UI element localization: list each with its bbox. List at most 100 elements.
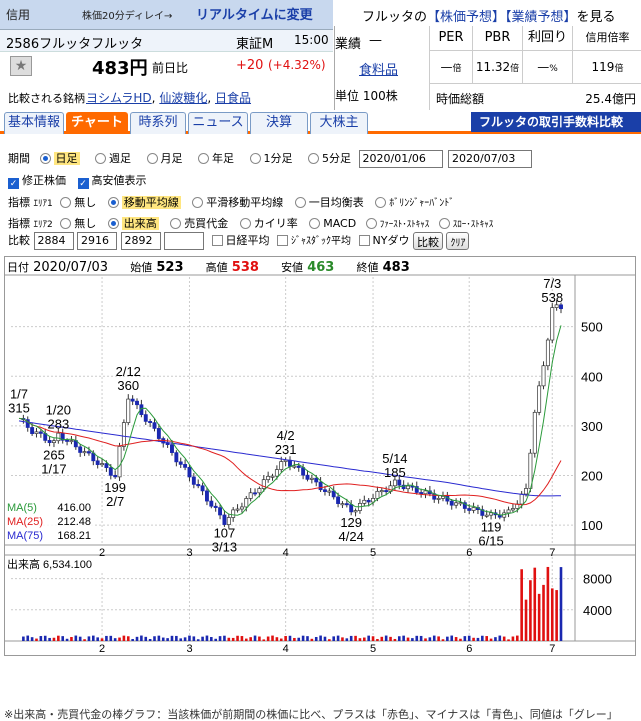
candle-body: [113, 474, 118, 478]
margin-number: 119: [591, 60, 615, 74]
realtime-link[interactable]: リアルタイムに変更: [196, 4, 313, 23]
fee-comparison-banner[interactable]: フルッタの取引手数料比較: [471, 112, 641, 132]
candle-body: [309, 477, 314, 480]
ind2-macd[interactable]: MACD: [309, 217, 356, 230]
compare-code-3[interactable]: 2892: [120, 232, 161, 250]
period-yearly-label: 年足: [212, 152, 234, 165]
ind2-none[interactable]: 無し: [60, 217, 96, 230]
ind1-ichimoku[interactable]: 一目均衡表: [294, 196, 364, 209]
options-row: ✓ 修正株価 ✓ 高安値表示: [8, 172, 147, 189]
trough-date-label: 4/24: [339, 529, 364, 544]
nydow-check[interactable]: NYダウ: [358, 234, 409, 247]
candle-body: [52, 440, 56, 443]
tab-shareholders[interactable]: 大株主: [310, 112, 368, 134]
candle-body: [406, 485, 410, 490]
ind1-moving-average[interactable]: 移動平均線: [107, 196, 181, 209]
performance-value: —: [369, 33, 382, 48]
volume-bar: [170, 635, 174, 641]
ind2-volume[interactable]: 出来高: [107, 217, 159, 230]
volume-bar: [113, 638, 117, 641]
date-to-input[interactable]: 2020/07/03: [448, 150, 532, 168]
volume-bar: [428, 637, 432, 641]
volume-bar: [537, 593, 541, 641]
tab-timeseries[interactable]: 時系列: [130, 112, 186, 134]
jasdaq-check[interactable]: ｼﾞｬｽﾀﾞｯｸ平均: [277, 234, 351, 247]
date-from-input[interactable]: 2020/01/06: [358, 150, 443, 168]
radio-icon: [60, 197, 72, 208]
tab-earnings[interactable]: 決算: [250, 112, 308, 134]
ind2-deviation[interactable]: カイリ率: [239, 217, 298, 230]
compare-button[interactable]: 比較: [412, 232, 443, 250]
period-5min[interactable]: 5分足: [308, 152, 351, 165]
compare-link-yoshimura[interactable]: ヨシムラHD: [86, 91, 152, 105]
radio-icon: [95, 153, 106, 164]
tab-chart[interactable]: チャート: [66, 112, 128, 134]
delay-note: 株価20分ディレイ→: [82, 11, 173, 22]
volume-bar: [100, 638, 104, 641]
stock-forecast-link[interactable]: 【株価予想】: [427, 10, 505, 25]
volume-bar: [494, 637, 497, 641]
favorite-star-icon[interactable]: ★: [10, 56, 32, 76]
market-name: 東証M: [236, 37, 274, 52]
indicator-area1-row: 指標 ｴﾘｱ1 無し 移動平均線 平滑移動平均線 一目均衡表 ﾎﾞﾘﾝｼﾞｬｰﾊ…: [8, 194, 454, 210]
tab-basic-info[interactable]: 基本情報: [4, 112, 64, 134]
ind1-none[interactable]: 無し: [60, 196, 96, 209]
volume-bar: [231, 637, 235, 641]
candle-body: [541, 365, 546, 387]
checkbox-icon: [277, 235, 288, 246]
compare-code-4[interactable]: [164, 232, 204, 250]
nikkei-check[interactable]: 日経平均: [211, 234, 270, 247]
ind1-smoothed-ma[interactable]: 平滑移動平均線: [192, 196, 283, 209]
per-value: —倍: [430, 51, 473, 84]
tab-news[interactable]: ニュース: [188, 112, 248, 134]
margin-tag: 信用: [6, 8, 31, 22]
radio-icon: [192, 197, 204, 208]
volume-bar: [411, 638, 414, 641]
ind1-bollinger[interactable]: ﾎﾞﾘﾝｼﾞｬｰﾊﾞﾝﾄﾞ: [375, 196, 454, 209]
volume-bar: [441, 639, 445, 641]
period-weekly[interactable]: 週足: [95, 152, 131, 165]
clear-button[interactable]: ｸﾘｱ: [446, 232, 470, 250]
forecast-suffix: を見る: [576, 10, 616, 25]
period-daily[interactable]: 日足: [39, 152, 80, 165]
volume-tick-label: 4000: [583, 603, 612, 618]
candle-body: [248, 492, 253, 499]
candle-body: [375, 490, 380, 499]
candle-body: [191, 476, 196, 485]
ind2-slow-stoch[interactable]: ｽﾛｰ･ｽﾄｷｬｽ: [438, 217, 493, 230]
peak-value-label: 185: [384, 465, 406, 480]
candle-body: [231, 509, 236, 518]
y-tick-label: 100: [581, 518, 603, 533]
earnings-forecast-link[interactable]: 【業績予想】: [505, 10, 577, 25]
candle-body: [200, 485, 205, 492]
volume-bar: [349, 635, 353, 641]
yield-unit: %: [549, 64, 558, 74]
ind2-turnover[interactable]: 売買代金: [170, 217, 228, 230]
candle-body: [532, 411, 537, 454]
volume-bar: [332, 636, 336, 641]
candle-body: [121, 422, 126, 447]
compare-code-2[interactable]: 2916: [77, 232, 117, 250]
candle-body: [510, 508, 515, 511]
x-tick-label: 5: [370, 643, 376, 655]
price-chart[interactable]: 1002003004005002233445566771/73152651/17…: [5, 257, 635, 655]
volume-bar: [275, 637, 279, 641]
hilo-check[interactable]: ✓ 高安値表示: [77, 174, 147, 189]
volume-bar: [48, 637, 51, 641]
period-monthly[interactable]: 月足: [146, 152, 183, 165]
price-bar: ★ 483円 前日比 +20 (+4.32%): [0, 52, 333, 80]
compare-link-nisshoku[interactable]: 日食品: [215, 91, 251, 105]
chart-area: 日付 2020/07/03 始値 523 高値 538 安値 463 終値 48…: [4, 256, 636, 656]
adjusted-price-check[interactable]: ✓ 修正株価: [8, 174, 66, 189]
ind2-fast-stoch[interactable]: ﾌｧｰｽﾄ･ｽﾄｷｬｽ: [365, 217, 429, 230]
period-5min-label: 5分足: [322, 152, 351, 165]
sector-link[interactable]: 食料品: [359, 59, 398, 78]
candle-body: [288, 459, 292, 467]
volume-bar: [476, 637, 480, 641]
compare-code-1[interactable]: 2884: [33, 232, 74, 250]
stock-name: 2586フルッタフルッタ: [6, 37, 144, 52]
compare-link-semba[interactable]: 仙波糖化: [159, 91, 207, 105]
period-1min[interactable]: 1分足: [249, 152, 293, 165]
period-yearly[interactable]: 年足: [198, 152, 234, 165]
volume-bar: [354, 635, 357, 641]
